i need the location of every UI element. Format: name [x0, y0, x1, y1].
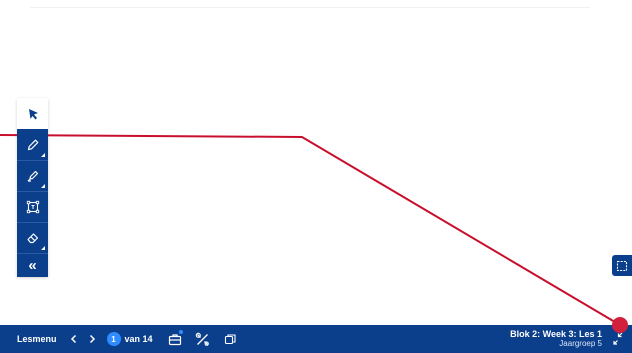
- copy-icon: [224, 333, 236, 344]
- tool-options-indicator: [41, 153, 45, 157]
- pencil-icon: [27, 139, 38, 150]
- highlighter-tool-button[interactable]: [17, 160, 48, 191]
- chevron-right-icon: [89, 334, 95, 344]
- eraser-icon: [26, 233, 38, 244]
- text-box-icon: [26, 200, 39, 214]
- next-page-button[interactable]: [85, 332, 99, 346]
- bottom-navigation-bar: Lesmenu 1 van 14 Blok 2: Week 3: Les 1 J…: [0, 325, 632, 353]
- lesson-info: Blok 2: Week 3: Les 1 Jaargroep 5: [510, 329, 602, 349]
- selection-widget-button[interactable]: [612, 255, 632, 276]
- tool-palette: «: [17, 98, 48, 277]
- dashed-selection-icon: [616, 260, 628, 271]
- select-tool-button[interactable]: [17, 98, 48, 129]
- lesson-title: Blok 2: Week 3: Les 1: [510, 329, 602, 339]
- eraser-tool-button[interactable]: [17, 222, 48, 253]
- double-chevron-left-icon: «: [28, 257, 37, 274]
- annotation-endpoint-handle[interactable]: [612, 317, 628, 333]
- tools-button[interactable]: [194, 330, 212, 348]
- previous-page-button[interactable]: [67, 332, 81, 346]
- tool-options-indicator: [41, 246, 45, 250]
- duplicate-button[interactable]: [222, 330, 240, 348]
- text-box-tool-button[interactable]: [17, 191, 48, 222]
- lesmenu-button[interactable]: Lesmenu: [17, 334, 57, 344]
- lesson-subtitle: Jaargroep 5: [559, 339, 602, 348]
- chevron-left-icon: [70, 334, 76, 344]
- drawing-canvas[interactable]: [0, 0, 632, 353]
- cursor-arrow-icon: [28, 108, 38, 119]
- drawn-annotation-line: [0, 134, 621, 326]
- current-page-badge[interactable]: 1: [106, 332, 121, 346]
- collapse-toolbar-button[interactable]: «: [17, 253, 48, 277]
- briefcase-icon: [168, 333, 181, 345]
- tool-options-indicator: [41, 184, 45, 188]
- page-total-label: van 14: [124, 334, 153, 344]
- tools-icon: [195, 332, 209, 346]
- highlighter-icon: [27, 170, 38, 182]
- notification-dot: [178, 330, 183, 334]
- materials-case-button[interactable]: [166, 330, 184, 348]
- pen-tool-button[interactable]: [17, 129, 48, 160]
